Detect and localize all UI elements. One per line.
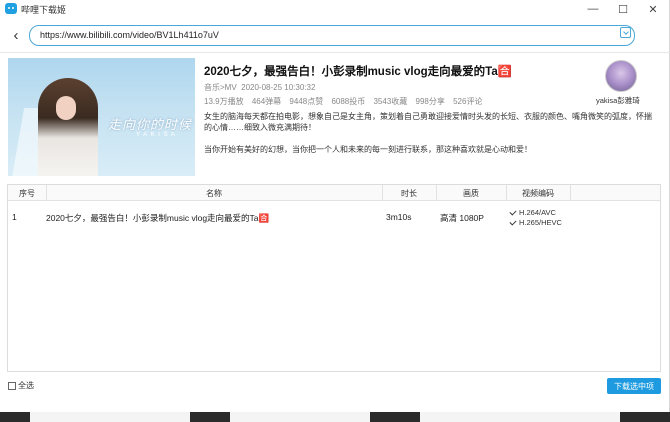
header-codec: 视频编码 <box>522 189 554 198</box>
back-arrow-icon[interactable]: ‹ <box>8 27 24 44</box>
stat-shares: 998分享 <box>415 97 445 106</box>
table-header: 序号 名称 时长 画质 视频编码 <box>8 185 660 201</box>
video-datetime: 2020-08-25 10:30:32 <box>241 83 316 92</box>
video-stats: 13.9万播放 464弹幕 9448点赞 6088投币 3543收藏 998分享… <box>204 96 488 107</box>
taskbar-segment <box>420 412 620 422</box>
minimize-button[interactable]: — <box>578 0 608 18</box>
video-description: 女生的脑海每天都在拍电影，想象自己是女主角，策划着自己勇敢迎接爱情时头发的长短、… <box>204 111 659 166</box>
check-icon <box>509 218 517 226</box>
stat-favorites: 3543收藏 <box>373 97 408 106</box>
cover-text: 走向你的时候 <box>108 118 193 133</box>
codec-option-h265[interactable]: H.265/HEVC <box>509 218 562 227</box>
stat-likes: 9448点赞 <box>289 97 324 106</box>
table-row[interactable]: 1 2020七夕，最强告白！小彭录制music vlog走向最爱的Ta🈴 3m1… <box>8 207 660 227</box>
row-name: 2020七夕，最强告白！小彭录制music vlog走向最爱的Ta🈴 <box>46 213 270 223</box>
row-index: 1 <box>12 212 17 222</box>
taskbar-segment <box>230 412 370 422</box>
video-cover-image: 走向你的时候 Y A K I S A <box>8 58 195 176</box>
codec-option-h264[interactable]: H.264/AVC <box>509 208 556 217</box>
uploader-avatar[interactable] <box>605 60 637 92</box>
video-title: 2020七夕，最强告白！小彭录制music vlog走向最爱的Ta🈴 <box>204 66 513 78</box>
video-list-table: 序号 名称 时长 画质 视频编码 1 2020七夕，最强告白！小彭录制music… <box>7 184 661 372</box>
check-icon <box>509 208 517 216</box>
download-folder-icon[interactable] <box>620 27 631 38</box>
codec-label: H.264/AVC <box>519 208 556 217</box>
header-name: 名称 <box>206 189 222 198</box>
header-duration: 时长 <box>401 189 417 198</box>
select-all-label: 全选 <box>18 381 34 390</box>
title-bar: 哔哩下载姬 — ☐ ✕ <box>0 0 670 18</box>
uploader-name[interactable]: yakisa彭雅琦 <box>596 95 640 106</box>
codec-label: H.265/HEVC <box>519 218 562 227</box>
description-paragraph: 当你开始有美好的幻想，当你把一个人和未来的每一刻进行联系，那这种喜欢就是心动和爱… <box>204 145 532 154</box>
close-button[interactable]: ✕ <box>638 0 668 18</box>
row-duration: 3m10s <box>386 212 412 222</box>
header-index: 序号 <box>19 189 35 198</box>
window-title: 哔哩下载姬 <box>21 5 67 15</box>
description-paragraph: 女生的脑海每天都在拍电影，想象自己是女主角，策划着自己勇敢迎接爱情时头发的长短、… <box>204 112 652 132</box>
stat-coins: 6088投币 <box>331 97 366 106</box>
app-window: 哔哩下载姬 — ☐ ✕ ‹ https://www.bilibili.com/v… <box>0 0 670 412</box>
video-category-date: 音乐>MV 2020-08-25 10:30:32 <box>204 82 315 93</box>
cover-person <box>38 78 98 176</box>
stat-danmaku: 464弹幕 <box>251 97 282 106</box>
cover-face <box>56 96 76 120</box>
stat-comments: 526评论 <box>453 97 483 106</box>
maximize-button[interactable]: ☐ <box>608 0 638 18</box>
divider <box>0 52 670 53</box>
cover-subtext: Y A K I S A <box>136 132 176 138</box>
download-selected-button[interactable]: 下载选中项 <box>607 378 661 394</box>
video-category: 音乐>MV <box>204 83 237 92</box>
column-divider <box>570 185 571 201</box>
bilibili-app-icon <box>5 3 17 14</box>
row-quality: 高清 1080P <box>440 213 484 223</box>
url-input[interactable]: https://www.bilibili.com/video/BV1Lh411o… <box>29 25 635 46</box>
taskbar-strip <box>0 412 670 422</box>
taskbar-segment <box>30 412 190 422</box>
stat-plays: 13.9万播放 <box>204 97 244 106</box>
checkbox-icon[interactable] <box>8 381 16 390</box>
select-all-checkbox[interactable]: 全选 <box>8 380 34 391</box>
header-quality: 画质 <box>463 189 479 198</box>
